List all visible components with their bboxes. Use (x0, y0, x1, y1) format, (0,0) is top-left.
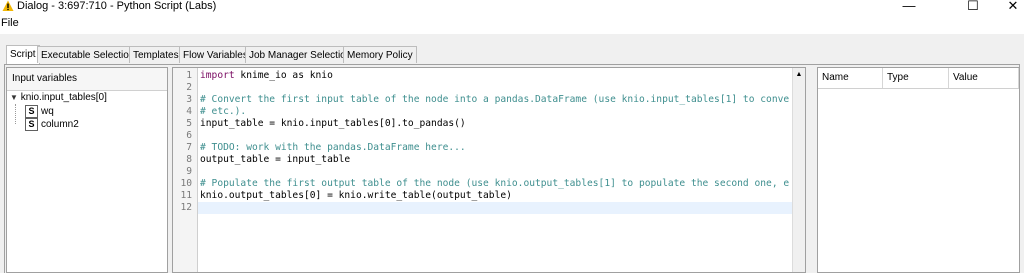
tree-item-label: wq (41, 106, 54, 118)
column-header-name[interactable]: Name (818, 68, 883, 88)
tab-script[interactable]: Script (6, 45, 40, 64)
line-number: 10 (180, 178, 192, 189)
code-text: input_table = knio.input_tables[0].to_pa… (200, 118, 466, 130)
code-text: # Convert the first input table of the n… (200, 94, 789, 106)
title-bar: Dialog - 3:697:710 - Python Script (Labs… (0, 0, 1024, 14)
input-variables-panel: Input variables ▼ knio.input_tables[0] S… (6, 67, 168, 273)
tree-connector (15, 104, 24, 124)
tab-executable-selection[interactable]: Executable Selection (37, 46, 139, 63)
line-number: 5 (186, 118, 192, 129)
code-keyword: import (200, 70, 235, 81)
code-line[interactable]: 1 import knime_io as knio (173, 70, 793, 82)
code-text: output_table = input_table (200, 154, 350, 166)
scroll-up-icon[interactable]: ▲ (793, 70, 805, 80)
warning-icon (2, 0, 14, 11)
code-line[interactable]: 3 # Convert the first input table of the … (173, 94, 793, 106)
menu-file[interactable]: File (1, 17, 19, 29)
code-content: knio.output_tables[0] = knio.write_table… (200, 190, 512, 201)
string-type-icon: S (25, 105, 38, 118)
code-line[interactable]: 5 input_table = knio.input_tables[0].to_p… (173, 118, 793, 130)
close-icon[interactable]: ✕ (990, 0, 1024, 14)
column-header-value[interactable]: Value (949, 68, 1019, 88)
minimize-icon[interactable]: — (886, 0, 932, 14)
code-text: # Populate the first output table of the… (200, 178, 789, 190)
line-number: 3 (186, 94, 192, 105)
code-line[interactable]: 11 knio.output_tables[0] = knio.write_tab… (173, 190, 793, 202)
code-editor[interactable]: 1 import knime_io as knio 2 3 # Convert the … (172, 67, 806, 273)
code-line[interactable]: 6 (173, 130, 793, 142)
line-number: 1 (186, 70, 192, 81)
menu-bar: File (0, 14, 1024, 34)
code-content: # etc.). (200, 106, 247, 117)
window-title: Dialog - 3:697:710 - Python Script (Labs… (17, 0, 217, 12)
code-content: knime_io as knio (234, 70, 333, 81)
code-text: # etc.). (200, 106, 246, 118)
tree-root-label: knio.input_tables[0] (20, 92, 107, 103)
line-number: 7 (186, 142, 192, 153)
code-content: # Convert the first input table of the n… (200, 94, 790, 105)
line-number: 2 (186, 82, 192, 93)
tree-root-row[interactable]: ▼ knio.input_tables[0] (10, 92, 107, 104)
code-line[interactable]: 9 (173, 166, 793, 178)
code-line[interactable]: 7 # TODO: work with the pandas.DataFrame … (173, 142, 793, 154)
line-number: 9 (186, 166, 192, 177)
expand-icon[interactable]: ▼ (10, 93, 18, 102)
code-content: output_table = input_table (200, 154, 351, 165)
column-header-type[interactable]: Type (883, 68, 949, 88)
code-text: # TODO: work with the pandas.DataFrame h… (200, 142, 466, 154)
workspace-panel: Name Type Value (817, 67, 1020, 273)
code-content: # Populate the first output table of the… (200, 178, 790, 189)
line-number: 8 (186, 154, 192, 165)
code-content: input_table = knio.input_tables[0].to_pa… (200, 118, 466, 129)
string-type-icon: S (25, 118, 38, 131)
tab-flow-variables[interactable]: Flow Variables (179, 46, 252, 63)
editor-vertical-scrollbar[interactable]: ▲ (792, 68, 805, 272)
input-variables-header: Input variables (7, 68, 167, 91)
tree-item-wq[interactable]: Swq (25, 105, 54, 118)
tab-memory-policy[interactable]: Memory Policy (343, 46, 417, 63)
tab-job-manager-selection[interactable]: Job Manager Selection (245, 46, 356, 63)
tab-templates[interactable]: Templates (129, 46, 183, 63)
line-number: 11 (180, 190, 192, 201)
code-line[interactable]: 10 # Populate the first output table of t… (173, 178, 793, 190)
line-number: 4 (186, 106, 192, 117)
code-line[interactable]: 2 (173, 82, 793, 94)
tree-item-column2[interactable]: Scolumn2 (25, 118, 79, 131)
code-text: import knime_io as knio (200, 70, 333, 82)
tree-item-label: column2 (41, 119, 79, 131)
code-line[interactable]: 8 output_table = input_table (173, 154, 793, 166)
panel-splitter[interactable] (809, 67, 817, 273)
line-number: 6 (186, 130, 192, 141)
tab-strip: Script Executable Selection Templates Fl… (0, 34, 1024, 64)
code-line[interactable]: 12 (173, 202, 793, 214)
code-content: # TODO: work with the pandas.DataFrame h… (200, 142, 466, 153)
workspace-table-header: Name Type Value (818, 68, 1019, 89)
line-number: 12 (180, 202, 192, 213)
code-text: knio.output_tables[0] = knio.write_table… (200, 190, 512, 202)
code-line[interactable]: 4 # etc.). (173, 106, 793, 118)
